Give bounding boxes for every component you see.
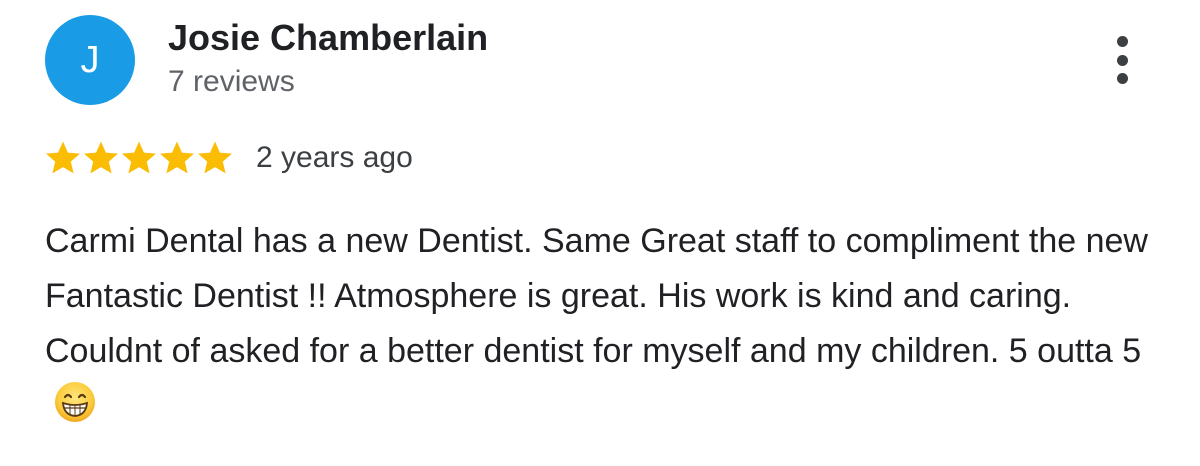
- star-rating: [44, 139, 234, 177]
- rating-row: 2 years ago: [44, 136, 413, 180]
- star-icon: [82, 139, 120, 177]
- grinning-face-icon: [53, 380, 97, 424]
- review-time: 2 years ago: [256, 141, 413, 174]
- author-review-count[interactable]: 7 reviews: [168, 64, 295, 100]
- star-icon: [120, 139, 158, 177]
- more-dot-icon: [1116, 36, 1128, 47]
- review-text: Carmi Dental has a new Dentist. Same Gre…: [45, 214, 1155, 434]
- star-icon: [158, 139, 196, 177]
- more-dot-icon: [1116, 73, 1128, 84]
- author-name[interactable]: Josie Chamberlain: [168, 18, 488, 58]
- star-icon: [44, 139, 82, 177]
- more-options-icon[interactable]: [1108, 36, 1136, 84]
- star-icon: [196, 139, 234, 177]
- more-dot-icon: [1116, 54, 1128, 66]
- avatar-initial: J: [80, 38, 100, 81]
- review-text-content: Carmi Dental has a new Dentist. Same Gre…: [45, 222, 1148, 370]
- review-card: J Josie Chamberlain 7 reviews 2 years ag…: [0, 0, 1200, 466]
- avatar[interactable]: J: [45, 15, 135, 105]
